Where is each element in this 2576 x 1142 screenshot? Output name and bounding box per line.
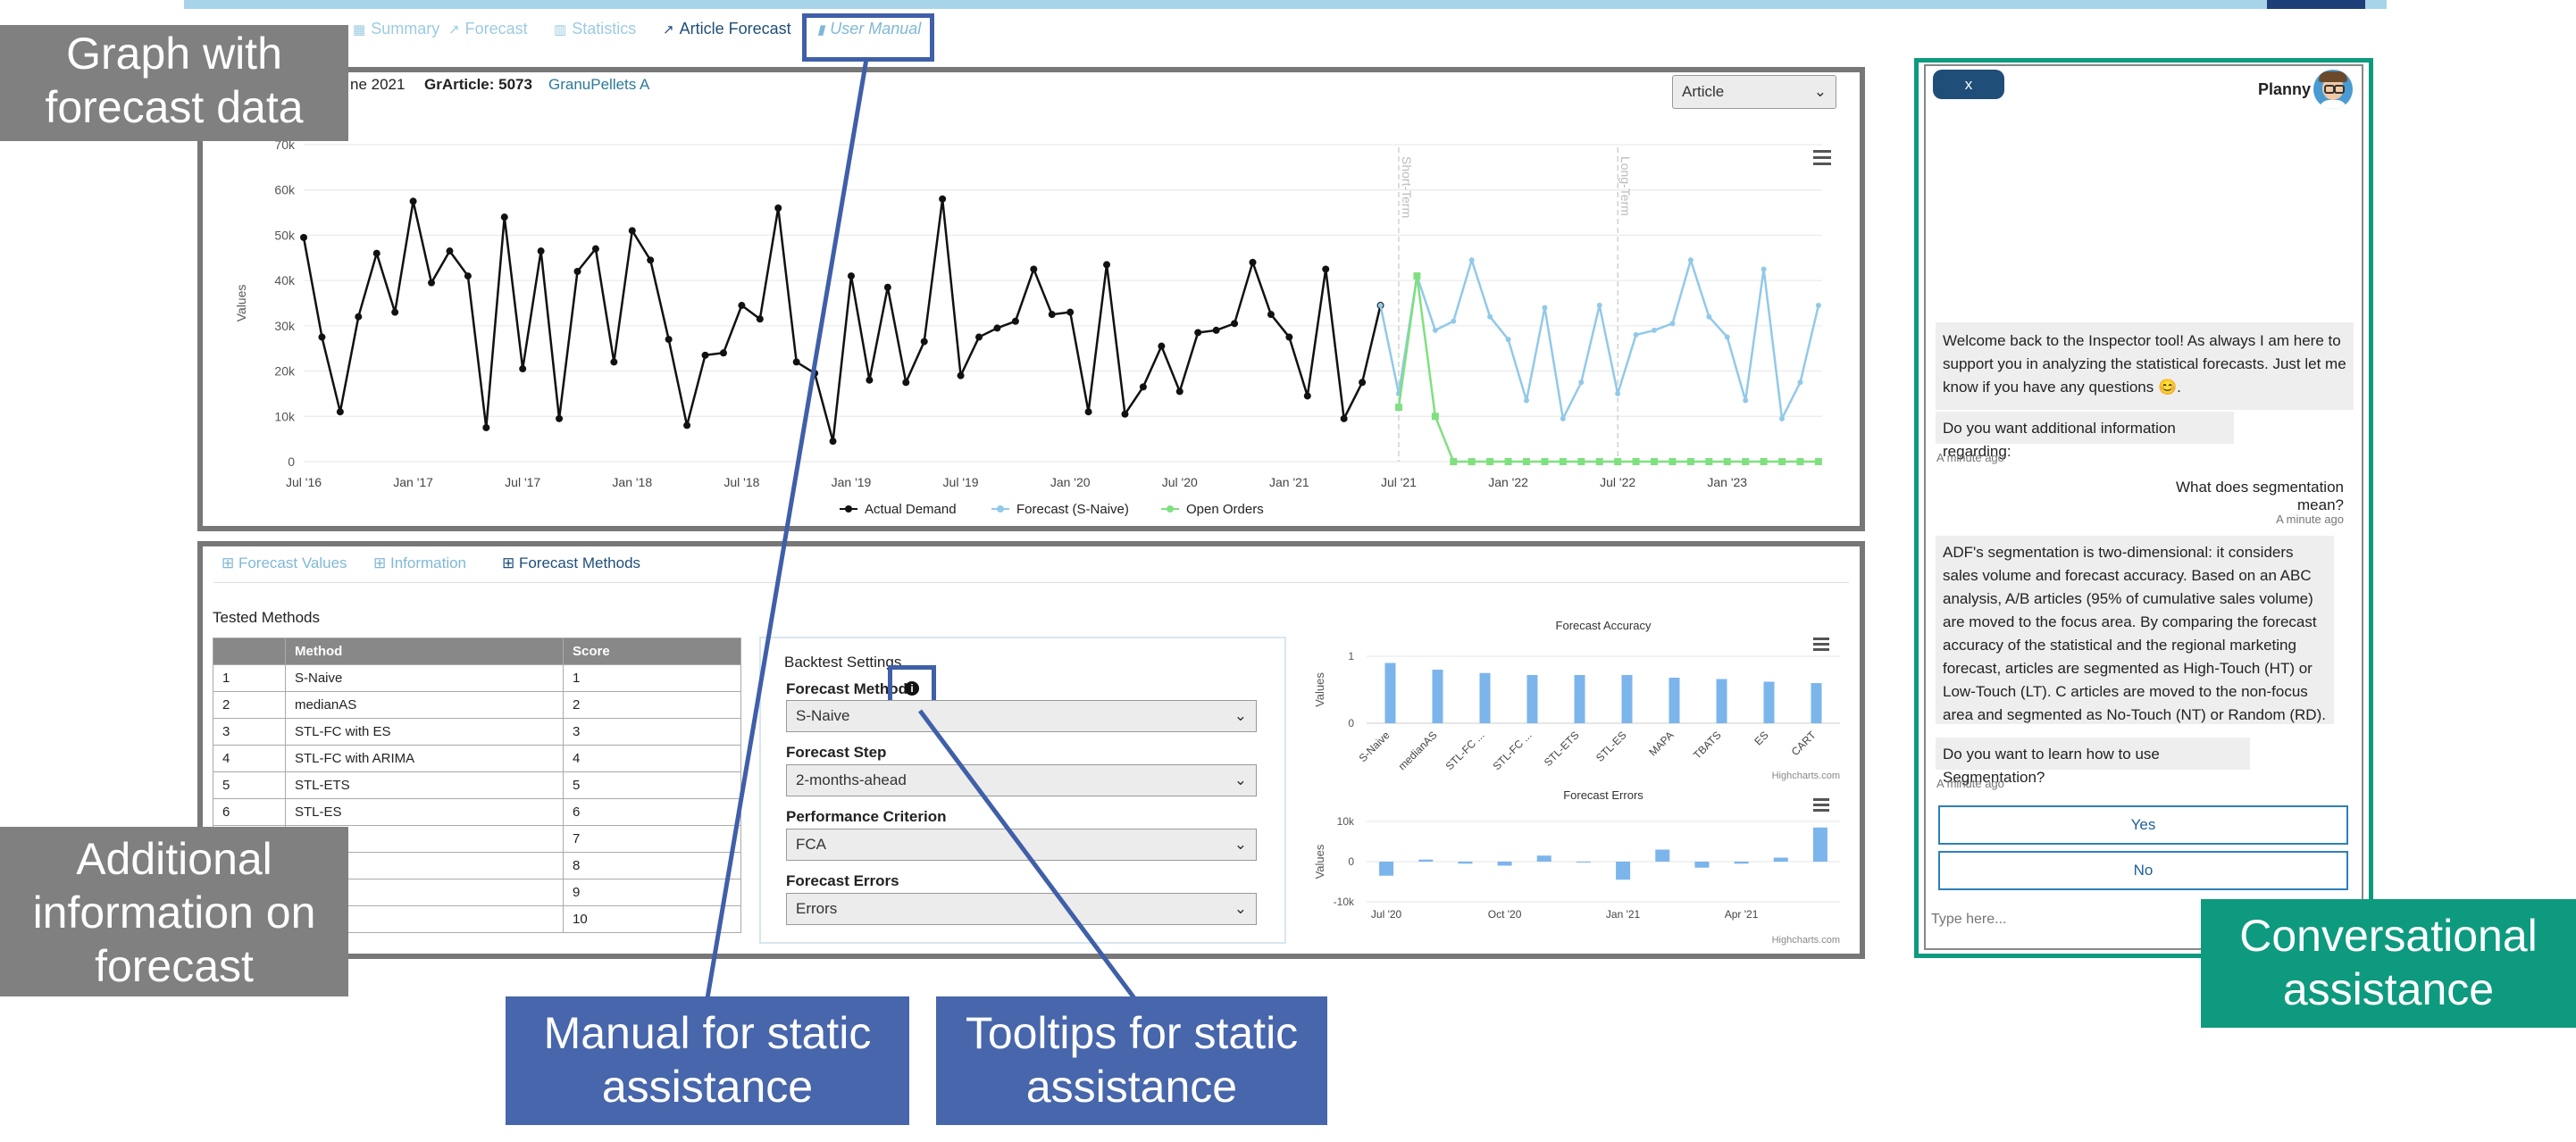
callout-conversational: Conversational assistance <box>2201 899 2576 1028</box>
tooltip-pointer-line <box>917 709 1137 1000</box>
callout-graph: Graph with forecast data <box>0 25 348 141</box>
callout-tooltips: Tooltips for static assistance <box>936 996 1327 1125</box>
callout-pointer-lines <box>705 58 1137 1000</box>
manual-pointer-line <box>705 58 869 999</box>
callout-manual: Manual for static assistance <box>506 996 909 1125</box>
callout-additional-info: Additional information on forecast <box>0 827 348 996</box>
